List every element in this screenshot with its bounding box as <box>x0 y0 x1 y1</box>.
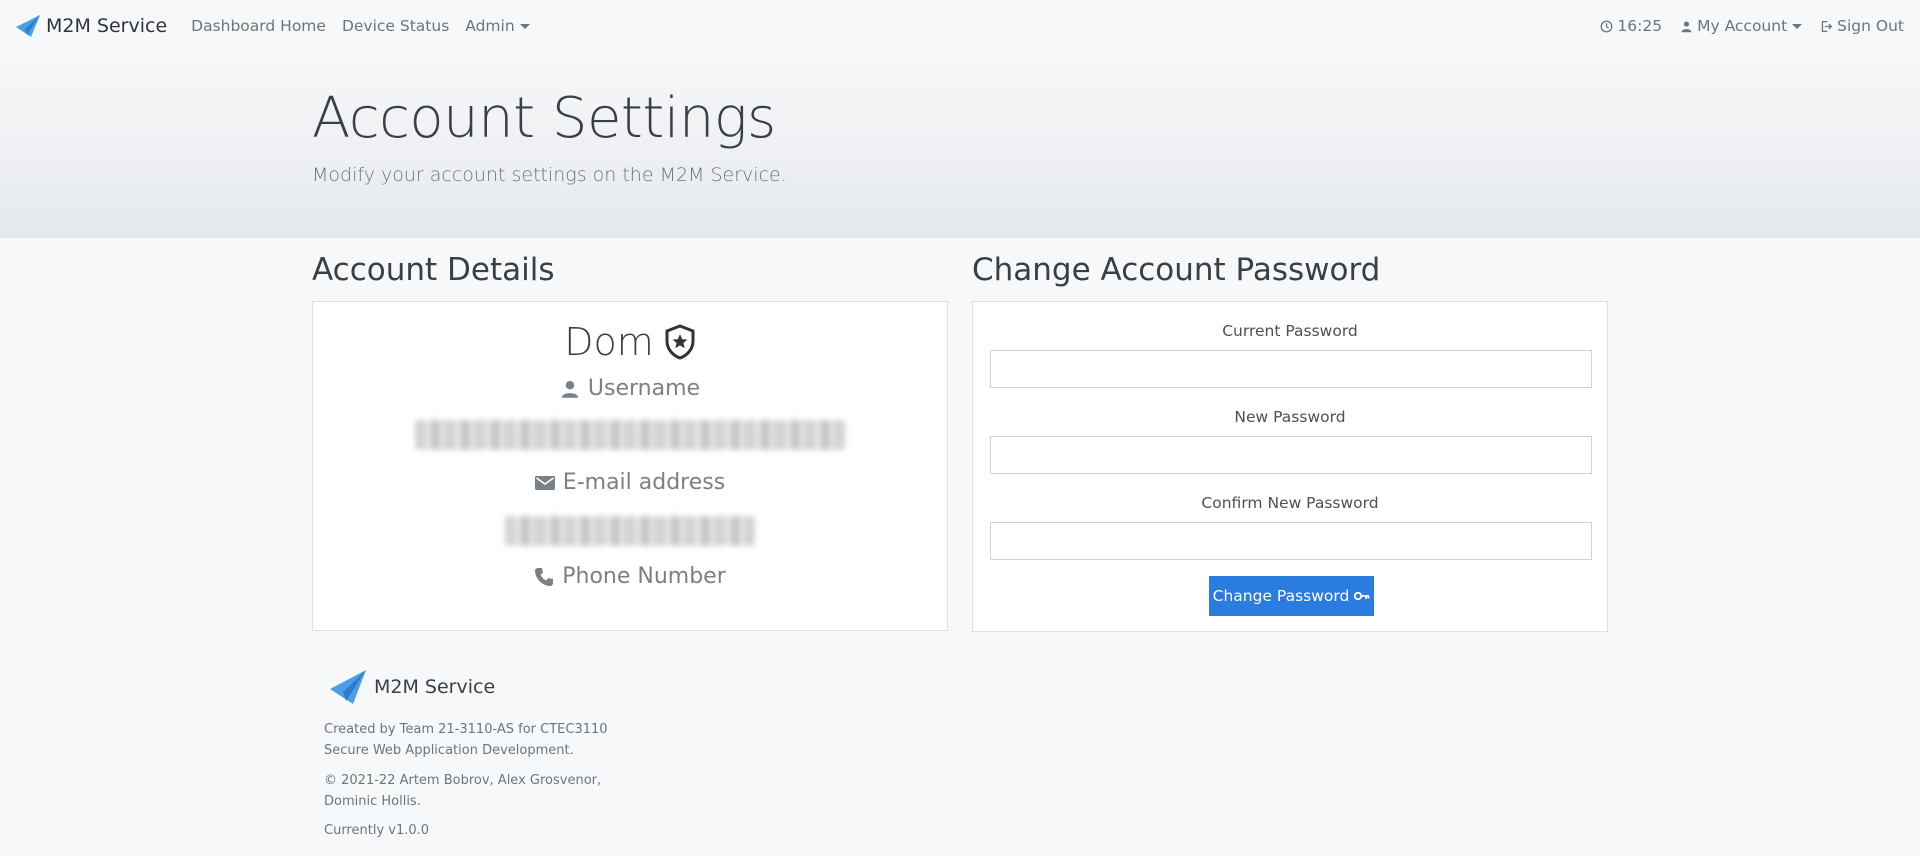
username-label-row: Username <box>313 376 947 401</box>
mail-icon <box>534 475 555 490</box>
top-navbar: M2M Service Dashboard Home Device Status… <box>0 0 1920 52</box>
sign-out-label: Sign Out <box>1837 17 1904 35</box>
page-subtitle: Modify your account settings on the M2M … <box>312 164 787 186</box>
paper-plane-icon <box>16 15 40 37</box>
email-value-redacted <box>505 516 755 546</box>
change-password-label: Change Password <box>1212 587 1350 605</box>
brand-link[interactable]: M2M Service <box>16 15 167 37</box>
clock-icon <box>1600 20 1613 32</box>
account-details-card: Dom Username E-mail address Phone Number <box>312 301 948 631</box>
phone-label: Phone Number <box>562 564 726 589</box>
chevron-down-icon <box>1792 23 1803 29</box>
confirm-password-label: Confirm New Password <box>1201 494 1379 512</box>
key-icon <box>1354 591 1370 601</box>
nav-admin-label: Admin <box>465 17 515 35</box>
sign-out-link[interactable]: Sign Out <box>1820 17 1904 35</box>
page-header: Account Settings Modify your account set… <box>0 52 1920 238</box>
paper-plane-icon <box>330 670 366 704</box>
current-password-input[interactable] <box>990 350 1592 388</box>
current-password-label: Current Password <box>1222 322 1358 340</box>
clock-display: 16:25 <box>1600 17 1662 35</box>
footer-created-text: Created by Team 21-3110-AS for CTEC3110 … <box>324 722 608 758</box>
my-account-dropdown[interactable]: My Account <box>1680 17 1803 35</box>
my-account-label: My Account <box>1697 17 1788 35</box>
account-name-row: Dom <box>313 320 947 364</box>
nav-right: 16:25 My Account Sign Out <box>1582 17 1904 35</box>
account-details-heading: Account Details <box>312 252 555 288</box>
username-label: Username <box>587 376 701 401</box>
footer-brand-text: M2M Service <box>374 676 496 698</box>
user-icon <box>561 380 579 398</box>
email-label-row: E-mail address <box>313 470 947 495</box>
page-title: Account Settings <box>312 86 776 151</box>
account-name: Dom <box>564 320 654 364</box>
nav-admin-dropdown[interactable]: Admin <box>465 17 530 35</box>
username-value-redacted <box>415 420 845 450</box>
clock-time: 16:25 <box>1617 17 1663 35</box>
nav-dashboard-home[interactable]: Dashboard Home <box>191 17 326 35</box>
footer-brand: M2M Service <box>330 670 495 704</box>
footer-version: Currently v1.0.0 <box>324 823 430 838</box>
new-password-input[interactable] <box>990 436 1592 474</box>
change-password-button[interactable]: Change Password <box>1209 576 1374 616</box>
chevron-down-icon <box>519 23 530 29</box>
change-password-card: Current Password New Password Confirm Ne… <box>972 301 1608 632</box>
phone-label-row: Phone Number <box>313 564 947 589</box>
confirm-password-input[interactable] <box>990 522 1592 560</box>
new-password-label: New Password <box>1234 408 1346 426</box>
footer-copyright: © 2021-22 Artem Bobrov, Alex Grosvenor, … <box>324 773 602 809</box>
change-password-heading: Change Account Password <box>972 252 1381 288</box>
nav-device-status[interactable]: Device Status <box>342 17 449 35</box>
sign-out-icon <box>1821 20 1833 32</box>
admin-shield-icon <box>665 324 695 360</box>
email-label: E-mail address <box>562 470 726 495</box>
phone-icon <box>535 567 554 586</box>
brand-text: M2M Service <box>46 15 168 37</box>
user-icon <box>1681 20 1692 32</box>
